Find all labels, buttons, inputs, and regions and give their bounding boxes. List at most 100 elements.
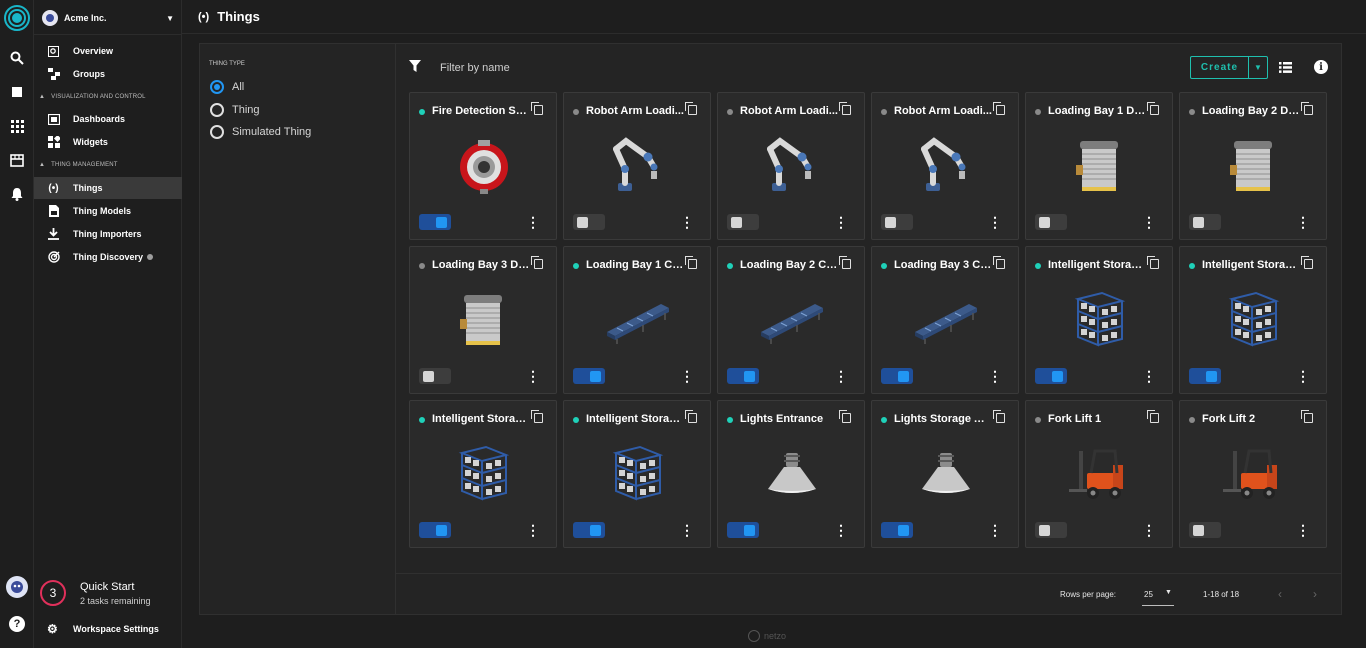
enable-toggle[interactable] xyxy=(573,368,605,384)
enable-toggle[interactable] xyxy=(727,368,759,384)
thing-name[interactable]: Fire Detection Sy... xyxy=(432,105,530,117)
sidebar-item-widgets[interactable]: Widgets xyxy=(34,131,182,153)
thing-name[interactable]: Lights Storage Ar... xyxy=(894,413,992,425)
more-vert-icon[interactable]: ⋮ xyxy=(526,522,540,538)
thing-name[interactable]: Loading Bay 1 Door xyxy=(1048,105,1146,117)
sidebar-item-thing-importers[interactable]: Thing Importers xyxy=(34,223,182,245)
rows-per-page-select[interactable]: 25 xyxy=(1144,590,1153,599)
sidebar-item-groups[interactable]: Groups xyxy=(34,63,182,85)
thing-name[interactable]: Loading Bay 1 Co... xyxy=(586,259,684,271)
thing-name[interactable]: Intelligent Storag... xyxy=(432,413,530,425)
thing-card[interactable]: Loading Bay 1 Co... ⋮ xyxy=(563,246,711,394)
bell-icon[interactable] xyxy=(8,185,26,203)
copy-icon[interactable] xyxy=(993,256,1005,269)
copy-icon[interactable] xyxy=(1147,256,1159,269)
copy-icon[interactable] xyxy=(1147,410,1159,423)
more-vert-icon[interactable]: ⋮ xyxy=(526,368,540,384)
enable-toggle[interactable] xyxy=(881,368,913,384)
enable-toggle[interactable] xyxy=(419,214,451,230)
list-view-icon[interactable] xyxy=(1279,60,1292,76)
thing-name[interactable]: Robot Arm Loadi... xyxy=(740,105,838,117)
copy-icon[interactable] xyxy=(1301,410,1313,423)
radio-button[interactable] xyxy=(210,103,224,117)
chevron-down-icon[interactable]: ▼ xyxy=(1165,589,1172,596)
workspace-settings-button[interactable]: ⚙ Workspace Settings xyxy=(47,622,159,636)
radio-thing[interactable]: Thing xyxy=(210,103,260,117)
section-thing-management[interactable]: ▲ THING MANAGEMENT xyxy=(39,162,118,168)
thing-name[interactable]: Loading Bay 2 Door xyxy=(1202,105,1300,117)
enable-toggle[interactable] xyxy=(1035,368,1067,384)
enable-toggle[interactable] xyxy=(419,522,451,538)
chevron-right-icon[interactable]: › xyxy=(1313,587,1317,601)
enable-toggle[interactable] xyxy=(573,214,605,230)
create-dropdown-icon[interactable]: ▼ xyxy=(1249,57,1267,78)
more-vert-icon[interactable]: ⋮ xyxy=(1142,522,1156,538)
more-vert-icon[interactable]: ⋮ xyxy=(834,368,848,384)
enable-toggle[interactable] xyxy=(727,522,759,538)
thing-name[interactable]: Loading Bay 2 Co... xyxy=(740,259,838,271)
thing-card[interactable]: Fork Lift 1 ⋮ xyxy=(1025,400,1173,548)
thing-card[interactable]: Lights Entrance ⋮ xyxy=(717,400,865,548)
copy-icon[interactable] xyxy=(839,102,851,115)
thing-name[interactable]: Intelligent Storag... xyxy=(1202,259,1300,271)
thing-card[interactable]: Loading Bay 2 Co... ⋮ xyxy=(717,246,865,394)
enable-toggle[interactable] xyxy=(1035,214,1067,230)
apps-grid-icon[interactable] xyxy=(8,117,26,135)
thing-name[interactable]: Robot Arm Loadi... xyxy=(586,105,684,117)
more-vert-icon[interactable]: ⋮ xyxy=(834,214,848,230)
radio-all[interactable]: All xyxy=(210,80,244,94)
copy-icon[interactable] xyxy=(839,410,851,423)
sidebar-item-thing-models[interactable]: Thing Models xyxy=(34,200,182,222)
more-vert-icon[interactable]: ⋮ xyxy=(988,522,1002,538)
enable-toggle[interactable] xyxy=(727,214,759,230)
thing-card[interactable]: Loading Bay 3 Door ⋮ xyxy=(409,246,557,394)
thing-card[interactable]: Robot Arm Loadi... ⋮ xyxy=(717,92,865,240)
help-icon[interactable]: ? xyxy=(9,616,25,632)
enable-toggle[interactable] xyxy=(1189,214,1221,230)
copy-icon[interactable] xyxy=(993,410,1005,423)
search-icon[interactable] xyxy=(8,49,26,67)
thing-card[interactable]: Robot Arm Loadi... ⋮ xyxy=(563,92,711,240)
enable-toggle[interactable] xyxy=(881,522,913,538)
enable-toggle[interactable] xyxy=(1035,522,1067,538)
radio-button[interactable] xyxy=(210,80,224,94)
copy-icon[interactable] xyxy=(839,256,851,269)
thing-card[interactable]: Loading Bay 1 Door ⋮ xyxy=(1025,92,1173,240)
thing-card[interactable]: Loading Bay 2 Door ⋮ xyxy=(1179,92,1327,240)
copy-icon[interactable] xyxy=(531,256,543,269)
storefront-icon[interactable] xyxy=(8,151,26,169)
thing-card[interactable]: Loading Bay 3 Co... ⋮ xyxy=(871,246,1019,394)
more-vert-icon[interactable]: ⋮ xyxy=(834,522,848,538)
quick-start[interactable]: 3 Quick Start 2 tasks remaining xyxy=(40,578,180,610)
thing-name[interactable]: Intelligent Storag... xyxy=(586,413,684,425)
filter-by-name-input[interactable] xyxy=(440,59,740,77)
stop-square-icon[interactable] xyxy=(8,83,26,101)
enable-toggle[interactable] xyxy=(1189,368,1221,384)
more-vert-icon[interactable]: ⋮ xyxy=(526,214,540,230)
sidebar-item-dashboards[interactable]: Dashboards xyxy=(34,108,182,130)
thing-name[interactable]: Robot Arm Loadi... xyxy=(894,105,992,117)
thing-card[interactable]: Fork Lift 2 ⋮ xyxy=(1179,400,1327,548)
thing-name[interactable]: Lights Entrance xyxy=(740,413,838,425)
netzo-logo-icon[interactable] xyxy=(4,5,30,31)
more-vert-icon[interactable]: ⋮ xyxy=(680,368,694,384)
thing-card[interactable]: Fire Detection Sy... ⋮ xyxy=(409,92,557,240)
more-vert-icon[interactable]: ⋮ xyxy=(1142,214,1156,230)
radio-button[interactable] xyxy=(210,125,224,139)
thing-name[interactable]: Intelligent Storag... xyxy=(1048,259,1146,271)
sidebar-item-things[interactable]: (•) Things xyxy=(34,177,182,199)
thing-card[interactable]: Intelligent Storag... ⋮ xyxy=(1179,246,1327,394)
sidebar-item-overview[interactable]: Overview xyxy=(34,40,182,62)
copy-icon[interactable] xyxy=(993,102,1005,115)
more-vert-icon[interactable]: ⋮ xyxy=(988,214,1002,230)
copy-icon[interactable] xyxy=(685,256,697,269)
info-icon[interactable]: i xyxy=(1314,60,1328,74)
thing-card[interactable]: Intelligent Storag... ⋮ xyxy=(1025,246,1173,394)
more-vert-icon[interactable]: ⋮ xyxy=(680,522,694,538)
thing-card[interactable]: Lights Storage Ar... ⋮ xyxy=(871,400,1019,548)
section-visualization[interactable]: ▲ VISUALIZATION AND CONTROL xyxy=(39,94,146,100)
enable-toggle[interactable] xyxy=(881,214,913,230)
radio-simulated-thing[interactable]: Simulated Thing xyxy=(210,125,311,139)
copy-icon[interactable] xyxy=(1301,102,1313,115)
more-vert-icon[interactable]: ⋮ xyxy=(680,214,694,230)
